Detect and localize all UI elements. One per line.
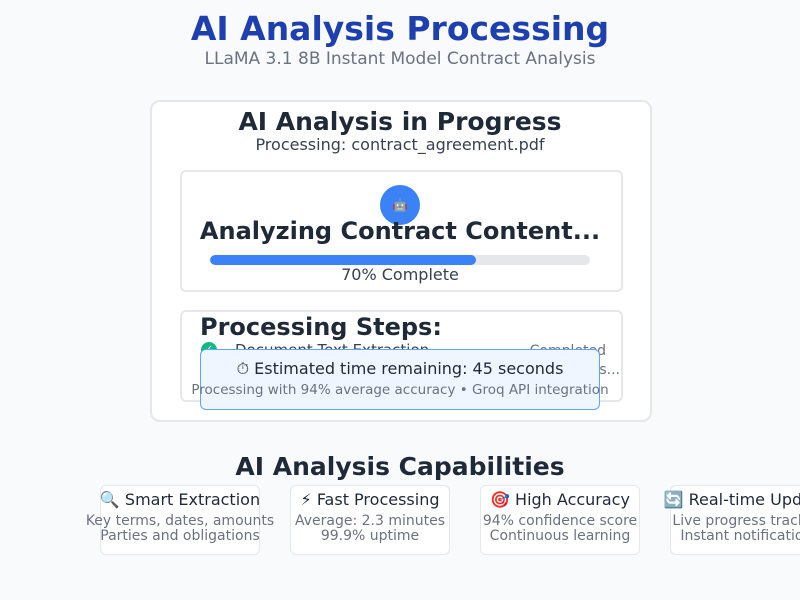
capability-line: Key terms, dates, amounts <box>85 513 275 529</box>
capability-title: 🎯 High Accuracy <box>490 490 630 509</box>
capability-line: 94% confidence score <box>482 513 638 529</box>
capability-line: Live progress tracking <box>672 513 800 529</box>
capability-line: Parties and obligations <box>100 528 260 544</box>
capability-line: Continuous learning <box>489 528 631 544</box>
capability-line: Average: 2.3 minutes <box>294 513 446 529</box>
capability-title: ⚡ Fast Processing <box>300 490 440 509</box>
capabilities-row: 🔍 Smart Extraction Key terms, dates, amo… <box>0 0 800 600</box>
capability-line: 99.9% uptime <box>320 528 420 544</box>
capability-line: Instant notifications <box>680 528 800 544</box>
capability-title: 🔍 Smart Extraction <box>99 490 261 509</box>
capability-title: 🔄 Real-time Updates <box>663 490 800 509</box>
